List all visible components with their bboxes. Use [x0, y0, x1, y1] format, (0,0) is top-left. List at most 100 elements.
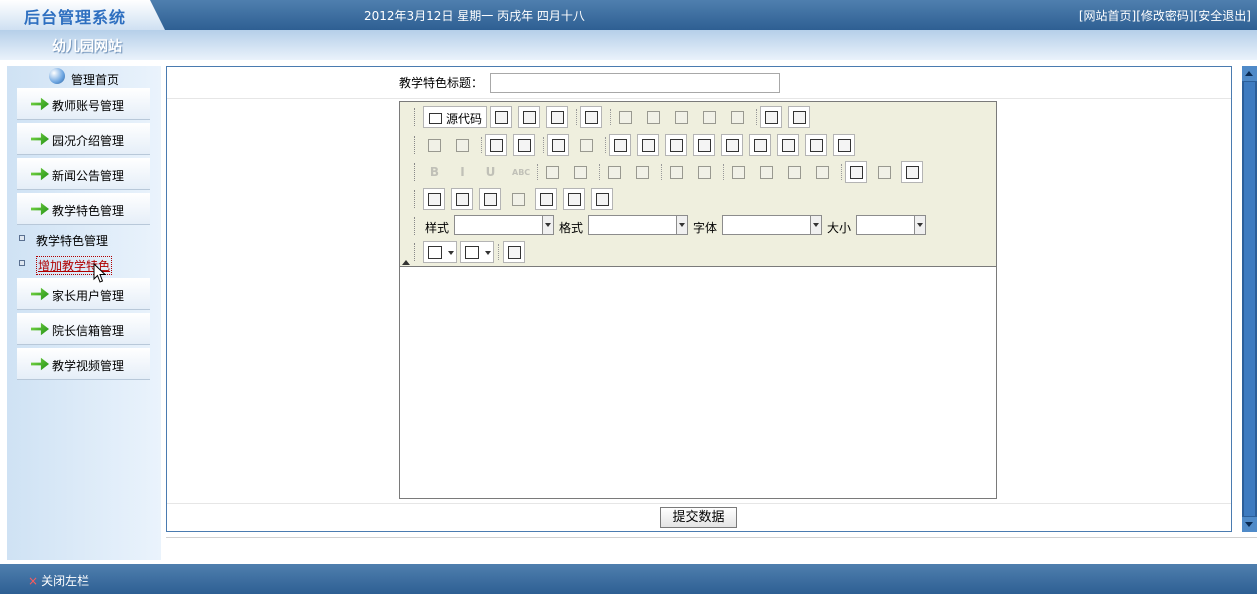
submenu-add-feature[interactable]: 增加教学特色	[19, 255, 129, 275]
menu-parent-users[interactable]: 家长用户管理	[17, 278, 150, 310]
sidebar-home[interactable]: 管理首页	[7, 66, 161, 90]
form-icon	[614, 139, 627, 152]
sidebar-home-label: 管理首页	[71, 73, 120, 87]
strike-button[interactable]: ABC	[507, 161, 531, 183]
paste-word-icon	[731, 111, 744, 124]
special-char-button[interactable]	[563, 188, 585, 210]
submenu-manage-features[interactable]: 教学特色管理	[19, 230, 129, 248]
justify-button[interactable]	[811, 161, 833, 183]
scroll-down-icon[interactable]	[1242, 517, 1257, 532]
paste-word-button[interactable]	[726, 106, 748, 128]
new-page-button[interactable]	[518, 106, 540, 128]
menu-kindergarten-intro[interactable]: 园况介绍管理	[17, 123, 150, 155]
templates-button[interactable]	[580, 106, 602, 128]
scroll-up-icon[interactable]	[1242, 66, 1257, 81]
underline-button[interactable]: U	[479, 161, 501, 183]
logout-link[interactable]: [安全退出]	[1194, 9, 1251, 23]
replace-button[interactable]	[513, 134, 535, 156]
link-button[interactable]	[845, 161, 867, 183]
change-password-link[interactable]: [修改密码]	[1136, 9, 1193, 23]
size-dropdown[interactable]	[856, 215, 926, 235]
align-right-button[interactable]	[783, 161, 805, 183]
select-all-button[interactable]	[547, 134, 569, 156]
menu-teaching-features[interactable]: 教学特色管理	[17, 193, 150, 225]
button-button[interactable]	[777, 134, 799, 156]
font-dropdown[interactable]	[722, 215, 822, 235]
editor-content-area[interactable]	[400, 268, 996, 498]
scrollbar-thumb[interactable]	[1244, 82, 1255, 516]
menu-principal-mailbox[interactable]: 院长信箱管理	[17, 313, 150, 345]
italic-button[interactable]: I	[451, 161, 473, 183]
menu-news[interactable]: 新闻公告管理	[17, 158, 150, 190]
menu-label: 新闻公告管理	[52, 169, 125, 183]
radio-button[interactable]	[665, 134, 687, 156]
undo-icon	[428, 139, 441, 152]
remove-format-button[interactable]	[575, 134, 597, 156]
spellcheck-button[interactable]	[788, 106, 810, 128]
form-button[interactable]	[609, 134, 631, 156]
green-arrow-icon	[31, 357, 49, 371]
submit-row: 提交数据	[167, 503, 1231, 531]
print-button[interactable]	[760, 106, 782, 128]
collapse-toolbar-icon[interactable]	[402, 260, 410, 265]
save-button[interactable]	[490, 106, 512, 128]
source-icon	[429, 113, 442, 124]
anchor-button[interactable]	[901, 161, 923, 183]
align-left-button[interactable]	[727, 161, 749, 183]
bold-button[interactable]: B	[423, 161, 445, 183]
redo-button[interactable]	[451, 134, 473, 156]
find-button[interactable]	[485, 134, 507, 156]
cut-button[interactable]	[614, 106, 636, 128]
checkbox-button[interactable]	[637, 134, 659, 156]
page-break-button[interactable]	[591, 188, 613, 210]
paste-text-button[interactable]	[698, 106, 720, 128]
flash-button[interactable]	[451, 188, 473, 210]
strike-icon: ABC	[512, 168, 531, 177]
format-dropdown[interactable]	[588, 215, 688, 235]
close-sidebar-button[interactable]: × 关闭左栏	[28, 572, 89, 589]
align-center-button[interactable]	[755, 161, 777, 183]
horizontal-rule-button[interactable]	[507, 188, 529, 210]
select-field-button[interactable]	[749, 134, 771, 156]
smiley-button[interactable]	[535, 188, 557, 210]
content-frame: 教学特色标题： 源代码 B I U ABC 样式 格式 字体 大小 提交数据	[166, 66, 1232, 532]
unlink-button[interactable]	[873, 161, 895, 183]
vertical-scrollbar[interactable]	[1242, 66, 1257, 532]
bold-icon: B	[429, 165, 440, 179]
outdent-button[interactable]	[665, 161, 687, 183]
image-button[interactable]	[423, 188, 445, 210]
superscript-button[interactable]	[569, 161, 591, 183]
copy-button[interactable]	[642, 106, 664, 128]
paste-button[interactable]	[670, 106, 692, 128]
site-home-link[interactable]: [网站首页]	[1079, 9, 1136, 23]
close-sidebar-label: 关闭左栏	[41, 574, 90, 588]
text-color-icon	[428, 246, 442, 259]
toolbar-separator	[576, 109, 577, 125]
subscript-button[interactable]	[541, 161, 563, 183]
maximize-button[interactable]	[503, 241, 525, 263]
text-color-button[interactable]	[423, 241, 457, 263]
toolbar-row-4	[414, 187, 994, 211]
hidden-field-button[interactable]	[833, 134, 855, 156]
undo-button[interactable]	[423, 134, 445, 156]
size-label: 大小	[827, 221, 852, 235]
numbered-list-button[interactable]	[603, 161, 625, 183]
menu-teaching-videos[interactable]: 教学视频管理	[17, 348, 150, 380]
menu-teacher-accounts[interactable]: 教师账号管理	[17, 88, 150, 120]
preview-button[interactable]	[546, 106, 568, 128]
dropdown-arrow-icon	[542, 216, 553, 234]
submit-button[interactable]: 提交数据	[660, 507, 737, 528]
bulleted-list-button[interactable]	[631, 161, 653, 183]
indent-button[interactable]	[693, 161, 715, 183]
image-button-button[interactable]	[805, 134, 827, 156]
title-input[interactable]	[490, 73, 780, 93]
table-button[interactable]	[479, 188, 501, 210]
style-dropdown[interactable]	[454, 215, 554, 235]
align-center-icon	[760, 166, 773, 179]
site-name-bar: 幼儿园网站	[0, 30, 1257, 60]
source-button[interactable]: 源代码	[423, 106, 487, 128]
toolbar-separator	[481, 137, 482, 153]
textarea-button[interactable]	[721, 134, 743, 156]
textfield-button[interactable]	[693, 134, 715, 156]
background-color-button[interactable]	[460, 241, 494, 263]
